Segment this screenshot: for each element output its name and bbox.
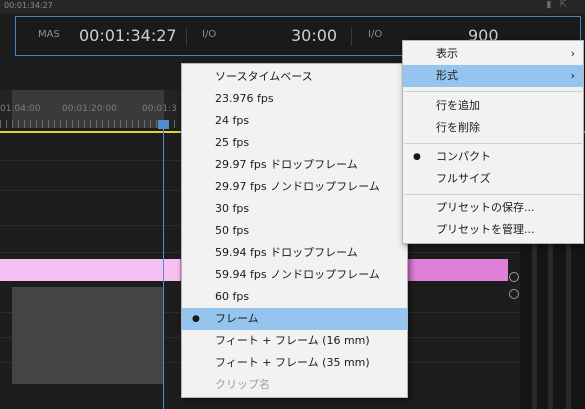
menu-item-manage-presets[interactable]: プリセットを管理...	[403, 219, 583, 241]
menu-item-add-row[interactable]: 行を追加	[403, 95, 583, 117]
menu-item-25[interactable]: 25 fps	[182, 132, 407, 154]
playhead-handle[interactable]	[158, 120, 169, 129]
checked-bullet-icon: ●	[192, 314, 200, 324]
menu-separator	[404, 194, 582, 195]
context-menu: 表示 › 形式 › 行を追加 行を削除 ● コンパクト フルサイズ プリセットの保存.…	[402, 40, 584, 244]
share-icon[interactable]: ⇱	[559, 0, 575, 10]
export-frame-icon[interactable]: ▮	[547, 0, 560, 10]
menu-item-compact[interactable]: ● コンパクト	[403, 146, 583, 168]
menu-item-2997-nondrop[interactable]: 29.97 fps ノンドロップフレーム	[182, 176, 407, 198]
menu-item-save-preset[interactable]: プリセットの保存...	[403, 197, 583, 219]
menu-item-view[interactable]: 表示 ›	[403, 43, 583, 65]
menu-item-format[interactable]: 形式 ›	[403, 65, 583, 87]
ruler-label: 01:04:00	[0, 104, 41, 114]
checked-bullet-icon: ●	[413, 152, 421, 162]
keyframe-ring-icon[interactable]	[509, 289, 519, 299]
clip-pink-selected[interactable]	[0, 259, 180, 281]
menu-separator	[404, 91, 582, 92]
chevron-right-icon: ›	[570, 69, 575, 82]
menu-item-feet-frames-35[interactable]: フィート + フレーム (35 mm)	[182, 352, 407, 374]
menu-item-2997-drop[interactable]: 29.97 fps ドロップフレーム	[182, 154, 407, 176]
menu-item-clip-name: クリップ名	[215, 378, 270, 391]
divider	[186, 28, 187, 46]
ruler-label: 00:01:20:00	[62, 104, 117, 114]
mas-label: MAS	[38, 29, 60, 40]
top-toolbar-icons: ▮⇱	[547, 0, 576, 10]
format-submenu: ソースタイムベース 23.976 fps 24 fps 25 fps 29.97…	[181, 63, 408, 398]
title-bar	[0, 0, 585, 14]
menu-item-5994-drop[interactable]: 59.94 fps ドロップフレーム	[182, 242, 407, 264]
current-timecode[interactable]: 00:01:34:27	[79, 26, 177, 45]
top-timecode: 00:01:34:27	[4, 1, 53, 10]
ruler-ticks	[0, 120, 180, 128]
menu-item-24[interactable]: 24 fps	[182, 110, 407, 132]
clip-gray[interactable]	[12, 287, 164, 384]
playhead-line[interactable]	[163, 120, 164, 409]
keyframe-ring-icon[interactable]	[509, 272, 519, 282]
menu-item-source-timebase[interactable]: ソースタイムベース	[182, 66, 407, 88]
menu-item-feet-frames-16[interactable]: フィート + フレーム (16 mm)	[182, 330, 407, 352]
io-label: I/O	[368, 29, 383, 40]
ruler-label: 00:01:3	[142, 104, 177, 114]
menu-item-5994-nondrop[interactable]: 59.94 fps ノンドロップフレーム	[182, 264, 407, 286]
io-label: I/O	[202, 29, 217, 40]
menu-item-30[interactable]: 30 fps	[182, 198, 407, 220]
menu-item-remove-row[interactable]: 行を削除	[403, 117, 583, 139]
chevron-right-icon: ›	[570, 47, 575, 60]
menu-item-23976[interactable]: 23.976 fps	[182, 88, 407, 110]
menu-separator	[404, 143, 582, 144]
menu-item-frames[interactable]: ● フレーム	[182, 308, 407, 330]
divider	[351, 28, 352, 46]
menu-item-50[interactable]: 50 fps	[182, 220, 407, 242]
duration-timecode[interactable]: 30:00	[291, 26, 337, 45]
menu-item-full-size[interactable]: フルサイズ	[403, 168, 583, 190]
menu-item-60[interactable]: 60 fps	[182, 286, 407, 308]
